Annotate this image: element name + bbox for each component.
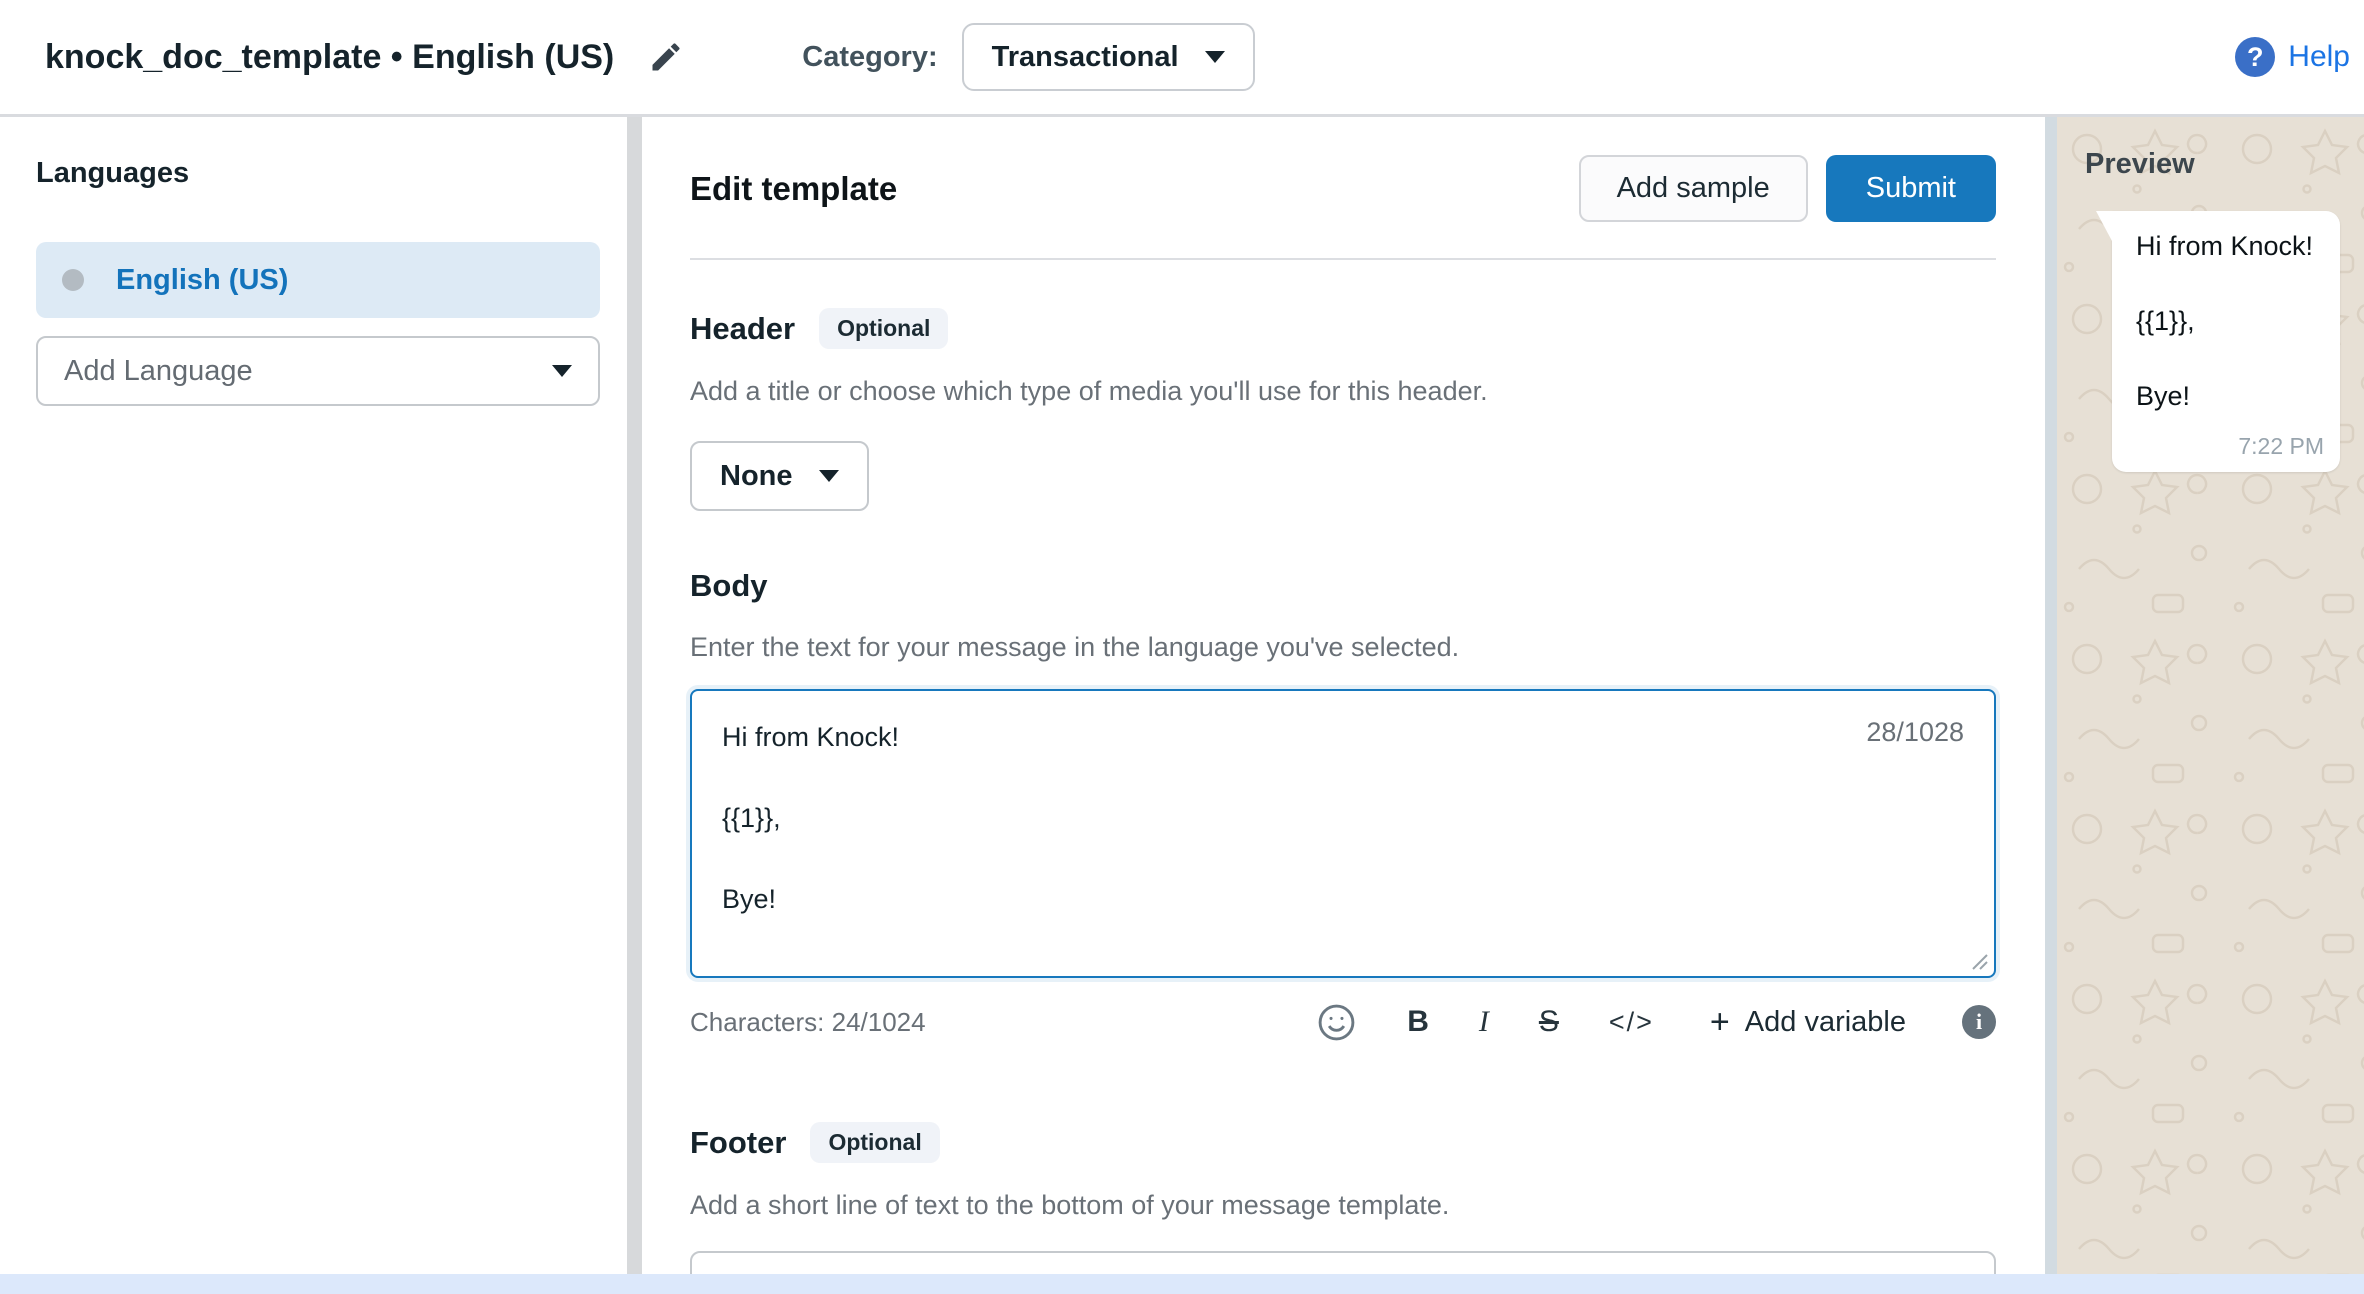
bottom-bar bbox=[0, 1274, 2364, 1294]
category-label: Category: bbox=[802, 41, 937, 74]
resize-handle-icon[interactable] bbox=[1969, 951, 1989, 971]
plus-icon: + bbox=[1710, 1005, 1730, 1039]
characters-count: Characters: 24/1024 bbox=[690, 1007, 926, 1038]
header-type-dropdown[interactable]: None bbox=[690, 441, 869, 511]
main-scrollbar[interactable] bbox=[2045, 117, 2057, 1294]
help-link[interactable]: ? Help bbox=[2235, 37, 2350, 77]
template-editor-main: Edit template Add sample Submit Header O… bbox=[642, 117, 2045, 1294]
code-icon[interactable]: </> bbox=[1609, 1009, 1654, 1036]
help-icon: ? bbox=[2235, 37, 2275, 77]
info-icon[interactable]: i bbox=[1962, 1005, 1996, 1039]
body-toolbar: Characters: 24/1024 B I S </> bbox=[690, 1000, 1996, 1044]
page-title: knock_doc_template • English (US) bbox=[45, 38, 614, 77]
header-section-title: Header bbox=[690, 310, 795, 348]
body-section-title: Body bbox=[690, 567, 768, 605]
language-label: English (US) bbox=[116, 264, 288, 297]
header-section-description: Add a title or choose which type of medi… bbox=[690, 375, 1996, 407]
editor-header: Edit template Add sample Submit bbox=[690, 155, 1996, 222]
submit-button[interactable]: Submit bbox=[1826, 155, 1996, 222]
whatsapp-template-editor: knock_doc_template • English (US) Catego… bbox=[0, 0, 2364, 1294]
chevron-down-icon bbox=[819, 470, 839, 482]
add-language-placeholder: Add Language bbox=[64, 355, 253, 388]
languages-heading: Languages bbox=[36, 157, 600, 190]
top-bar: knock_doc_template • English (US) Catego… bbox=[0, 0, 2364, 117]
category-value: Transactional bbox=[992, 41, 1179, 74]
chevron-down-icon bbox=[1205, 51, 1225, 63]
help-label: Help bbox=[2288, 40, 2350, 74]
italic-icon[interactable]: I bbox=[1479, 1007, 1489, 1037]
languages-sidebar: Languages English (US) Add Language bbox=[0, 117, 627, 1294]
message-timestamp: 7:22 PM bbox=[2238, 433, 2324, 460]
header-section-heading: Header Optional bbox=[690, 308, 1996, 349]
bold-icon[interactable]: B bbox=[1407, 1007, 1429, 1037]
language-status-dot bbox=[62, 269, 84, 291]
strikethrough-icon[interactable]: S bbox=[1539, 1007, 1559, 1037]
editor-actions: Add sample Submit bbox=[1579, 155, 1996, 222]
pencil-icon bbox=[648, 39, 684, 75]
edit-template-heading: Edit template bbox=[690, 170, 897, 208]
add-sample-button[interactable]: Add sample bbox=[1579, 155, 1808, 222]
body-text-input[interactable]: Hi from Knock! {{1}}, Bye! bbox=[692, 691, 1994, 976]
category-group: Category: Transactional bbox=[802, 23, 1254, 91]
category-dropdown[interactable]: Transactional bbox=[962, 23, 1255, 91]
content-layout: Languages English (US) Add Language Edit… bbox=[0, 117, 2364, 1294]
add-language-dropdown[interactable]: Add Language bbox=[36, 336, 600, 406]
chevron-down-icon bbox=[552, 365, 572, 377]
body-section-heading: Body bbox=[690, 567, 1996, 605]
optional-badge: Optional bbox=[819, 308, 948, 349]
section-divider bbox=[690, 258, 1996, 260]
bubble-line: {{1}}, bbox=[2136, 306, 2320, 337]
add-variable-label: Add variable bbox=[1745, 1006, 1906, 1039]
preview-panel: Preview Hi from Knock! {{1}}, Bye! 7:22 … bbox=[2057, 117, 2364, 1294]
optional-badge: Optional bbox=[810, 1122, 939, 1163]
body-char-counter: 28/1028 bbox=[1866, 717, 1964, 748]
add-variable-button[interactable]: + Add variable bbox=[1704, 1004, 1912, 1040]
formatting-tools: B I S </> + Add variable i bbox=[1316, 1002, 1996, 1043]
footer-section-title: Footer bbox=[690, 1124, 786, 1162]
header-type-value: None bbox=[720, 460, 793, 493]
sidebar-scrollbar[interactable] bbox=[627, 117, 642, 1294]
footer-section-heading: Footer Optional bbox=[690, 1122, 1996, 1163]
sidebar-item-english-us[interactable]: English (US) bbox=[36, 242, 600, 318]
footer-section-description: Add a short line of text to the bottom o… bbox=[690, 1189, 1996, 1221]
bubble-line: Bye! bbox=[2136, 381, 2320, 412]
message-bubble: Hi from Knock! {{1}}, Bye! 7:22 PM bbox=[2112, 211, 2340, 472]
bubble-line: Hi from Knock! bbox=[2136, 231, 2320, 262]
preview-heading: Preview bbox=[2085, 147, 2351, 181]
body-text-field-wrap: Hi from Knock! {{1}}, Bye! 28/1028 bbox=[690, 689, 1996, 978]
body-section-description: Enter the text for your message in the l… bbox=[690, 631, 1996, 663]
emoji-icon[interactable] bbox=[1316, 1002, 1357, 1043]
edit-title-button[interactable] bbox=[648, 39, 684, 75]
